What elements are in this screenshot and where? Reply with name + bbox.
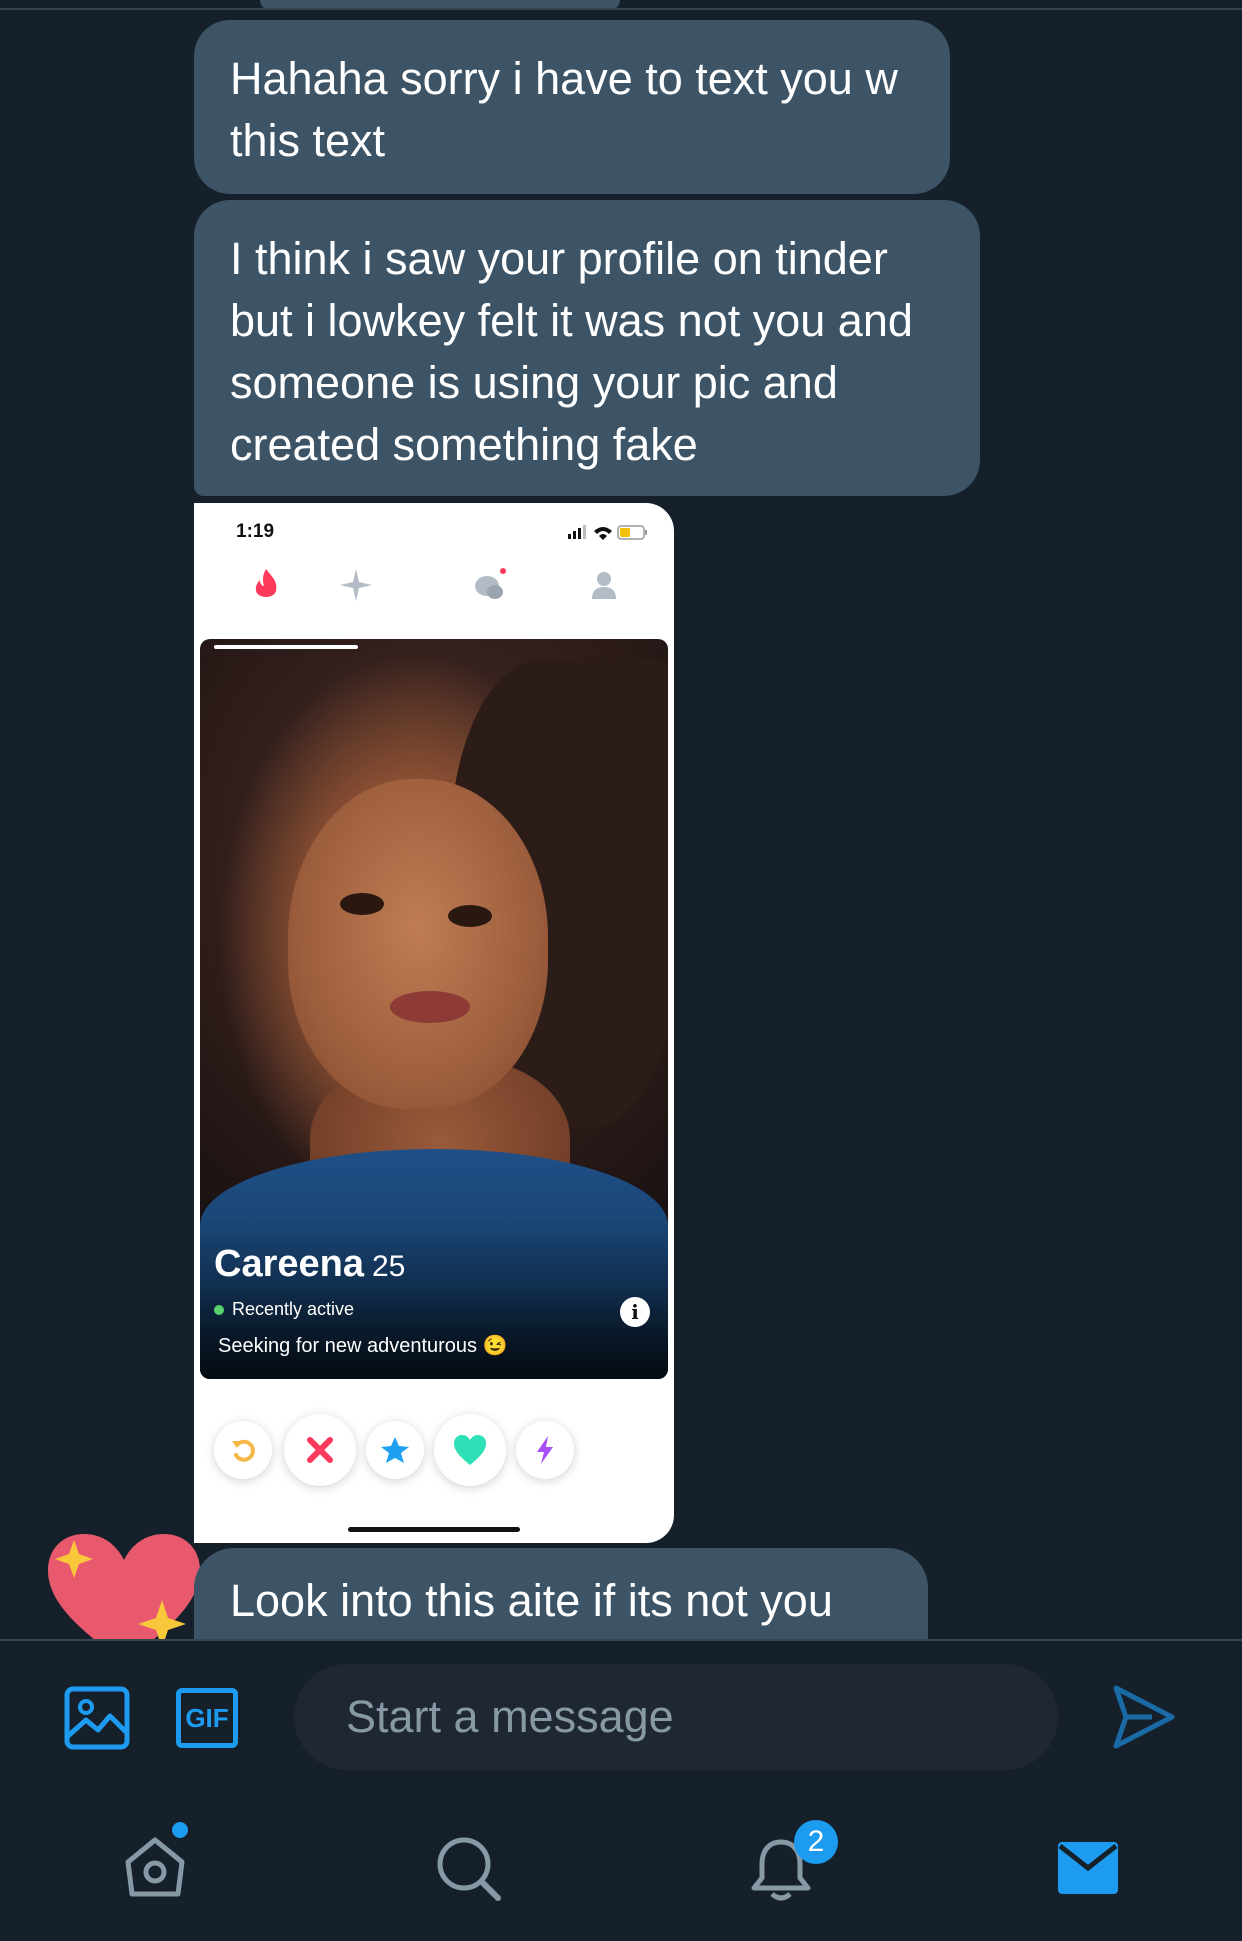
home-icon[interactable] xyxy=(122,1834,188,1900)
online-dot-icon xyxy=(214,1305,224,1315)
message-bubble[interactable]: Hahaha sorry i have to text you w this t… xyxy=(194,20,950,194)
boost-button[interactable] xyxy=(516,1421,574,1479)
image-attachment[interactable]: 1:19 Careena 25 Recently active Seeking f… xyxy=(194,503,674,1543)
super-like-icon xyxy=(381,1437,409,1463)
image-icon[interactable] xyxy=(64,1686,130,1750)
profile-bio: Seeking for new adventurous 😉 xyxy=(218,1335,508,1357)
message-bubble[interactable]: I think i saw your profile on tinder but… xyxy=(194,200,980,496)
profile-name-line: Careena 25 xyxy=(214,1243,405,1286)
photo-progress-bar xyxy=(214,645,358,649)
message-text: I think i saw your profile on tinder but… xyxy=(230,233,913,470)
message-input[interactable] xyxy=(294,1664,1058,1770)
activity-status: Recently active xyxy=(214,1299,354,1320)
status-icons xyxy=(568,525,647,540)
home-indicator xyxy=(348,1527,520,1532)
composer-divider xyxy=(0,1639,1242,1641)
send-icon[interactable] xyxy=(1112,1684,1176,1750)
profile-photo[interactable]: Careena 25 Recently active Seeking for ne… xyxy=(200,639,668,1379)
nope-icon xyxy=(307,1437,333,1463)
status-time: 1:19 xyxy=(236,521,275,542)
notifications-badge: 2 xyxy=(794,1820,838,1864)
like-button[interactable] xyxy=(434,1414,506,1486)
chat-icon[interactable] xyxy=(470,565,510,605)
profile-age: 25 xyxy=(371,1250,406,1283)
boost-icon xyxy=(537,1436,553,1464)
super-like-button[interactable] xyxy=(366,1421,424,1479)
message-text: Look into this aite if its not you xyxy=(230,1575,833,1626)
new-content-dot xyxy=(172,1822,188,1838)
flame-icon[interactable] xyxy=(246,565,286,605)
profile-icon[interactable] xyxy=(584,565,624,605)
top-divider xyxy=(0,8,1242,10)
rewind-icon xyxy=(232,1439,255,1462)
rewind-button[interactable] xyxy=(214,1421,272,1479)
messages-icon[interactable] xyxy=(1056,1840,1120,1896)
info-icon[interactable]: i xyxy=(620,1297,650,1327)
message-text: Hahaha sorry i have to text you w this t… xyxy=(230,53,898,166)
sparkle-icon[interactable] xyxy=(336,565,376,605)
like-icon xyxy=(454,1435,486,1465)
nope-button[interactable] xyxy=(284,1414,356,1486)
message-bubble[interactable]: Look into this aite if its not you xyxy=(194,1548,928,1648)
gif-icon[interactable]: GIF xyxy=(176,1688,238,1748)
search-icon[interactable] xyxy=(434,1834,504,1904)
profile-name: Careena xyxy=(214,1243,364,1285)
